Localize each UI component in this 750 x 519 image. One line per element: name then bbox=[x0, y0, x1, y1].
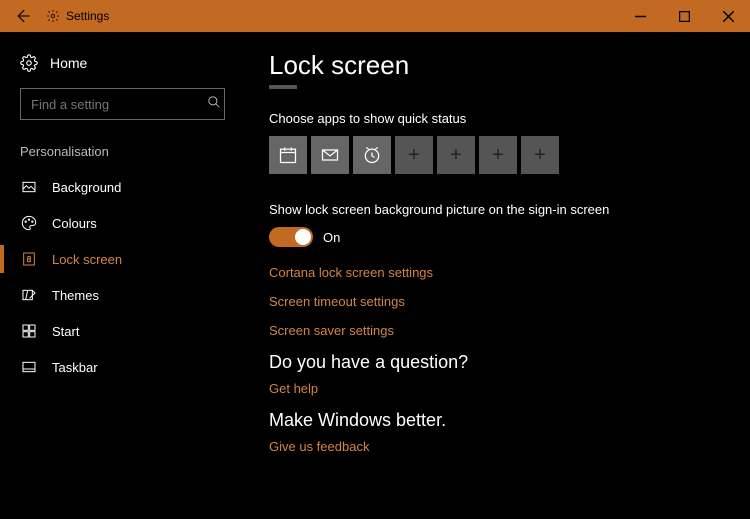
quick-status-tile-add-2[interactable]: + bbox=[437, 136, 475, 174]
search-input[interactable] bbox=[31, 97, 207, 112]
sidebar-item-label: Background bbox=[52, 180, 121, 195]
palette-icon bbox=[20, 215, 38, 231]
plus-icon: + bbox=[492, 144, 504, 167]
minimize-button[interactable] bbox=[618, 0, 662, 32]
calendar-icon bbox=[278, 145, 298, 165]
plus-icon: + bbox=[408, 144, 420, 167]
window-title: Settings bbox=[66, 9, 109, 23]
search-box[interactable] bbox=[20, 88, 225, 120]
mail-icon bbox=[320, 145, 340, 165]
gear-icon bbox=[20, 54, 38, 72]
page-title: Lock screen bbox=[269, 50, 726, 81]
quick-status-tile-add-3[interactable]: + bbox=[479, 136, 517, 174]
settings-gear-icon bbox=[46, 9, 60, 23]
sidebar-item-lock-screen[interactable]: Lock screen bbox=[0, 241, 245, 277]
clock-icon bbox=[362, 145, 382, 165]
sidebar-item-label: Themes bbox=[52, 288, 99, 303]
sidebar-item-label: Start bbox=[52, 324, 79, 339]
sidebar: Home Personalisation Background Colours … bbox=[0, 32, 245, 519]
picture-icon bbox=[20, 179, 38, 195]
sidebar-item-background[interactable]: Background bbox=[0, 169, 245, 205]
sidebar-item-colours[interactable]: Colours bbox=[0, 205, 245, 241]
back-button[interactable] bbox=[0, 0, 44, 32]
themes-icon bbox=[20, 287, 38, 303]
section-header: Personalisation bbox=[0, 120, 245, 169]
sidebar-item-taskbar[interactable]: Taskbar bbox=[0, 349, 245, 385]
sidebar-item-label: Colours bbox=[52, 216, 97, 231]
arrow-left-icon bbox=[13, 7, 31, 25]
lock-screen-icon bbox=[20, 251, 38, 267]
sidebar-item-label: Taskbar bbox=[52, 360, 98, 375]
search-icon bbox=[207, 95, 221, 114]
quick-status-tile-alarm[interactable] bbox=[353, 136, 391, 174]
quick-status-tile-calendar[interactable] bbox=[269, 136, 307, 174]
link-screen-saver[interactable]: Screen saver settings bbox=[269, 323, 726, 338]
title-wrap: Settings bbox=[44, 9, 109, 23]
home-button[interactable]: Home bbox=[0, 54, 245, 88]
window-controls bbox=[618, 0, 750, 32]
signin-bg-toggle[interactable] bbox=[269, 227, 313, 247]
start-icon bbox=[20, 323, 38, 339]
quick-status-tile-add-1[interactable]: + bbox=[395, 136, 433, 174]
link-screen-timeout[interactable]: Screen timeout settings bbox=[269, 294, 726, 309]
link-cortana-settings[interactable]: Cortana lock screen settings bbox=[269, 265, 726, 280]
sidebar-item-label: Lock screen bbox=[52, 252, 122, 267]
title-underline bbox=[269, 85, 297, 89]
link-feedback[interactable]: Give us feedback bbox=[269, 439, 726, 454]
quick-status-tile-mail[interactable] bbox=[311, 136, 349, 174]
home-label: Home bbox=[50, 55, 87, 71]
sidebar-item-themes[interactable]: Themes bbox=[0, 277, 245, 313]
quick-status-tile-add-4[interactable]: + bbox=[521, 136, 559, 174]
taskbar-icon bbox=[20, 359, 38, 375]
maximize-button[interactable] bbox=[662, 0, 706, 32]
quick-status-label: Choose apps to show quick status bbox=[269, 111, 726, 126]
toggle-state-label: On bbox=[323, 230, 340, 245]
question-heading: Do you have a question? bbox=[269, 352, 726, 373]
content: Lock screen Choose apps to show quick st… bbox=[245, 32, 750, 519]
close-button[interactable] bbox=[706, 0, 750, 32]
better-heading: Make Windows better. bbox=[269, 410, 726, 431]
sidebar-item-start[interactable]: Start bbox=[0, 313, 245, 349]
plus-icon: + bbox=[450, 144, 462, 167]
toggle-knob bbox=[295, 229, 311, 245]
quick-status-tiles: + + + + bbox=[269, 136, 726, 174]
link-get-help[interactable]: Get help bbox=[269, 381, 726, 396]
titlebar: Settings bbox=[0, 0, 750, 32]
signin-bg-label: Show lock screen background picture on t… bbox=[269, 202, 726, 217]
plus-icon: + bbox=[534, 144, 546, 167]
